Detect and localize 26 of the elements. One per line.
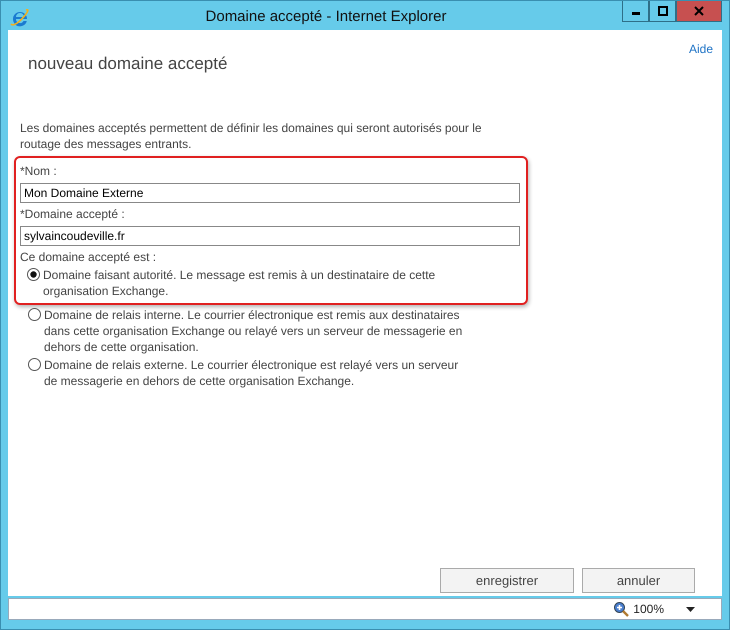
group-label: Ce domaine accepté est : (20, 249, 158, 265)
window-title: Domaine accepté - Internet Explorer (204, 7, 448, 25)
cancel-button[interactable]: annuler (582, 568, 695, 593)
field-label: *Nom : (20, 163, 58, 179)
zoom-icon[interactable] (613, 601, 630, 617)
close-icon (694, 6, 704, 16)
maximize-button[interactable] (649, 1, 676, 22)
field-label: *Domaine accepté : (20, 206, 126, 222)
radio-button[interactable] (28, 308, 41, 321)
maximize-icon (658, 6, 668, 16)
radio-button[interactable] (27, 268, 40, 281)
radio-label[interactable]: Domaine de relais externe. Le courrier électronique est relayé vers un serveur de messagerie en dehors de cette organisation Exchange. (44, 357, 464, 389)
text-field[interactable]: sylvaincoudeville.fr (20, 226, 520, 246)
radio-label[interactable]: Domaine de relais interne. Le courrier électronique est remis aux destinataires dans cette organisation Exchange ou relayé vers un serveur de messagerie en dehors de cette organisation. (44, 307, 464, 355)
description-text: Les domaines acceptés permettent de définir les domaines qui seront autorisés pour le routage des messages entrants. (20, 120, 483, 152)
radio-label[interactable]: Domaine faisant autorité. Le message est remis à un destinataire de cette organisation Exchange. (43, 267, 463, 299)
page-heading: nouveau domaine accepté (28, 54, 228, 74)
save-button[interactable]: enregistrer (440, 568, 574, 593)
caret-icon[interactable] (686, 606, 695, 612)
text-field[interactable]: Mon Domaine Externe (20, 183, 520, 203)
radio-button[interactable] (28, 358, 41, 371)
close-button[interactable] (676, 1, 722, 22)
minimize-button[interactable] (622, 1, 649, 22)
zoom-level[interactable]: 100% (633, 602, 664, 616)
browser-logo-icon (10, 9, 30, 27)
help-link[interactable]: Aide (688, 42, 713, 56)
